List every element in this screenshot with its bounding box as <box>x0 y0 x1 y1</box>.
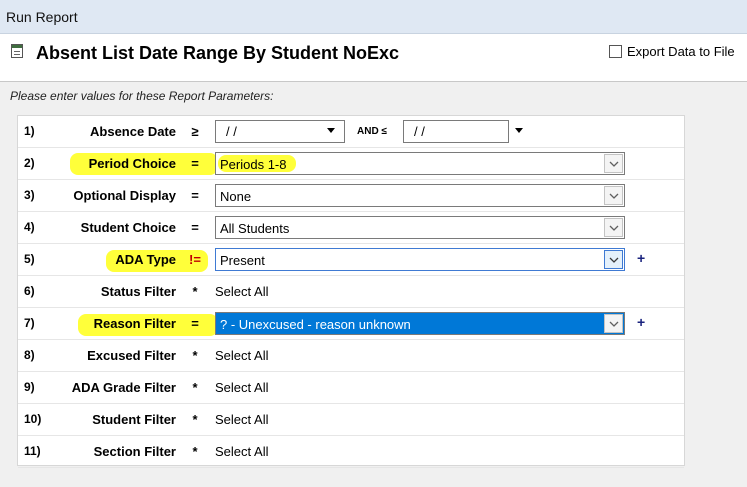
select-all-link[interactable]: Select All <box>215 284 268 299</box>
dropdown-value: ? - Unexcused - reason unknown <box>220 317 411 332</box>
param-operator[interactable]: = <box>188 220 202 235</box>
chevron-down-icon[interactable] <box>604 250 623 269</box>
period-choice-dropdown[interactable]: Periods 1-8 <box>215 152 625 175</box>
absence-date-from-input[interactable]: / / <box>215 120 345 143</box>
param-row-ada-type: 5) ADA Type != Present + <box>18 244 684 276</box>
vertical-scrollbar[interactable] <box>731 115 747 487</box>
param-row-period-choice: 2) Period Choice = Periods 1-8 <box>18 148 684 180</box>
select-all-link[interactable]: Select All <box>215 348 268 363</box>
param-operator[interactable]: = <box>188 156 202 171</box>
param-operator[interactable]: * <box>188 444 202 459</box>
date-value: / / <box>226 124 237 139</box>
param-number: 7) <box>24 316 35 330</box>
param-number: 2) <box>24 156 35 170</box>
param-operator[interactable]: * <box>188 348 202 363</box>
date-value: / / <box>414 124 425 139</box>
add-reason-filter-button[interactable]: + <box>637 314 645 330</box>
absence-date-to-input[interactable]: / / <box>403 120 509 143</box>
date-from-dropdown-icon[interactable] <box>327 128 335 133</box>
param-operator[interactable]: = <box>188 188 202 203</box>
param-row-optional-display: 3) Optional Display = None <box>18 180 684 212</box>
param-operator[interactable]: * <box>188 380 202 395</box>
window-title: Run Report <box>6 9 78 25</box>
dropdown-value: Periods 1-8 <box>220 157 287 172</box>
student-choice-dropdown[interactable]: All Students <box>215 216 625 239</box>
select-all-link[interactable]: Select All <box>215 444 268 459</box>
chevron-down-icon[interactable] <box>604 186 623 205</box>
select-all-link[interactable]: Select All <box>215 380 268 395</box>
reason-filter-dropdown[interactable]: ? - Unexcused - reason unknown <box>215 312 625 335</box>
param-operator[interactable]: = <box>188 316 202 331</box>
add-ada-type-button[interactable]: + <box>637 250 645 266</box>
dropdown-value: All Students <box>220 221 290 236</box>
and-label: AND ≤ <box>357 126 387 137</box>
param-operator[interactable]: ≥ <box>188 124 202 139</box>
param-number: 5) <box>24 252 35 266</box>
param-number: 4) <box>24 220 35 234</box>
param-number: 8) <box>24 348 35 362</box>
param-operator[interactable]: * <box>188 412 202 427</box>
param-number: 10) <box>24 412 42 426</box>
report-icon <box>11 44 23 58</box>
select-all-link[interactable]: Select All <box>215 412 268 427</box>
param-label: Optional Display <box>73 188 176 203</box>
param-row-excused-filter: 8) Excused Filter * Select All <box>18 340 684 372</box>
chevron-down-icon[interactable] <box>604 218 623 237</box>
export-data-toggle[interactable]: Export Data to File <box>609 44 735 59</box>
optional-display-dropdown[interactable]: None <box>215 184 625 207</box>
param-label: Student Choice <box>80 220 176 235</box>
param-operator[interactable]: * <box>188 284 202 299</box>
param-label: Status Filter <box>100 284 176 299</box>
report-header: Absent List Date Range By Student NoExc … <box>0 34 747 82</box>
param-row-absence-date: 1) Absence Date ≥ / / AND ≤ / / <box>18 116 684 148</box>
param-label: Reason Filter <box>93 316 176 331</box>
param-label: ADA Grade Filter <box>71 380 176 395</box>
param-number: 11) <box>24 444 41 458</box>
param-row-ada-grade-filter: 9) ADA Grade Filter * Select All <box>18 372 684 404</box>
param-label: Section Filter <box>93 444 176 459</box>
param-operator[interactable]: != <box>188 252 202 267</box>
param-label: Student Filter <box>92 412 176 427</box>
report-title: Absent List Date Range By Student NoExc <box>36 43 400 63</box>
param-row-section-filter: 11) Section Filter * Select All <box>18 436 684 468</box>
param-number: 1) <box>24 124 35 138</box>
ada-type-dropdown[interactable]: Present <box>215 248 625 271</box>
param-row-student-choice: 4) Student Choice = All Students <box>18 212 684 244</box>
param-number: 6) <box>24 284 35 298</box>
dropdown-value: Present <box>220 253 265 268</box>
export-label: Export Data to File <box>627 44 735 59</box>
parameters-panel: 1) Absence Date ≥ / / AND ≤ / / 2) Perio… <box>17 115 685 468</box>
param-row-student-filter: 10) Student Filter * Select All <box>18 404 684 436</box>
chevron-down-icon[interactable] <box>604 154 623 173</box>
dropdown-value: None <box>220 189 252 204</box>
parameters-prompt: Please enter values for these Report Par… <box>10 89 274 103</box>
chevron-down-icon[interactable] <box>604 314 623 333</box>
param-label: Absence Date <box>90 124 176 139</box>
param-row-status-filter: 6) Status Filter * Select All <box>18 276 684 308</box>
param-label: Period Choice <box>88 156 176 171</box>
window-titlebar: Run Report <box>0 0 747 34</box>
param-label: ADA Type <box>115 252 176 267</box>
param-number: 3) <box>24 188 35 202</box>
date-to-dropdown-icon[interactable] <box>515 128 523 133</box>
param-label: Excused Filter <box>87 348 176 363</box>
param-row-reason-filter: 7) Reason Filter = ? - Unexcused - reaso… <box>18 308 684 340</box>
param-number: 9) <box>24 380 35 394</box>
export-checkbox[interactable] <box>609 45 622 58</box>
